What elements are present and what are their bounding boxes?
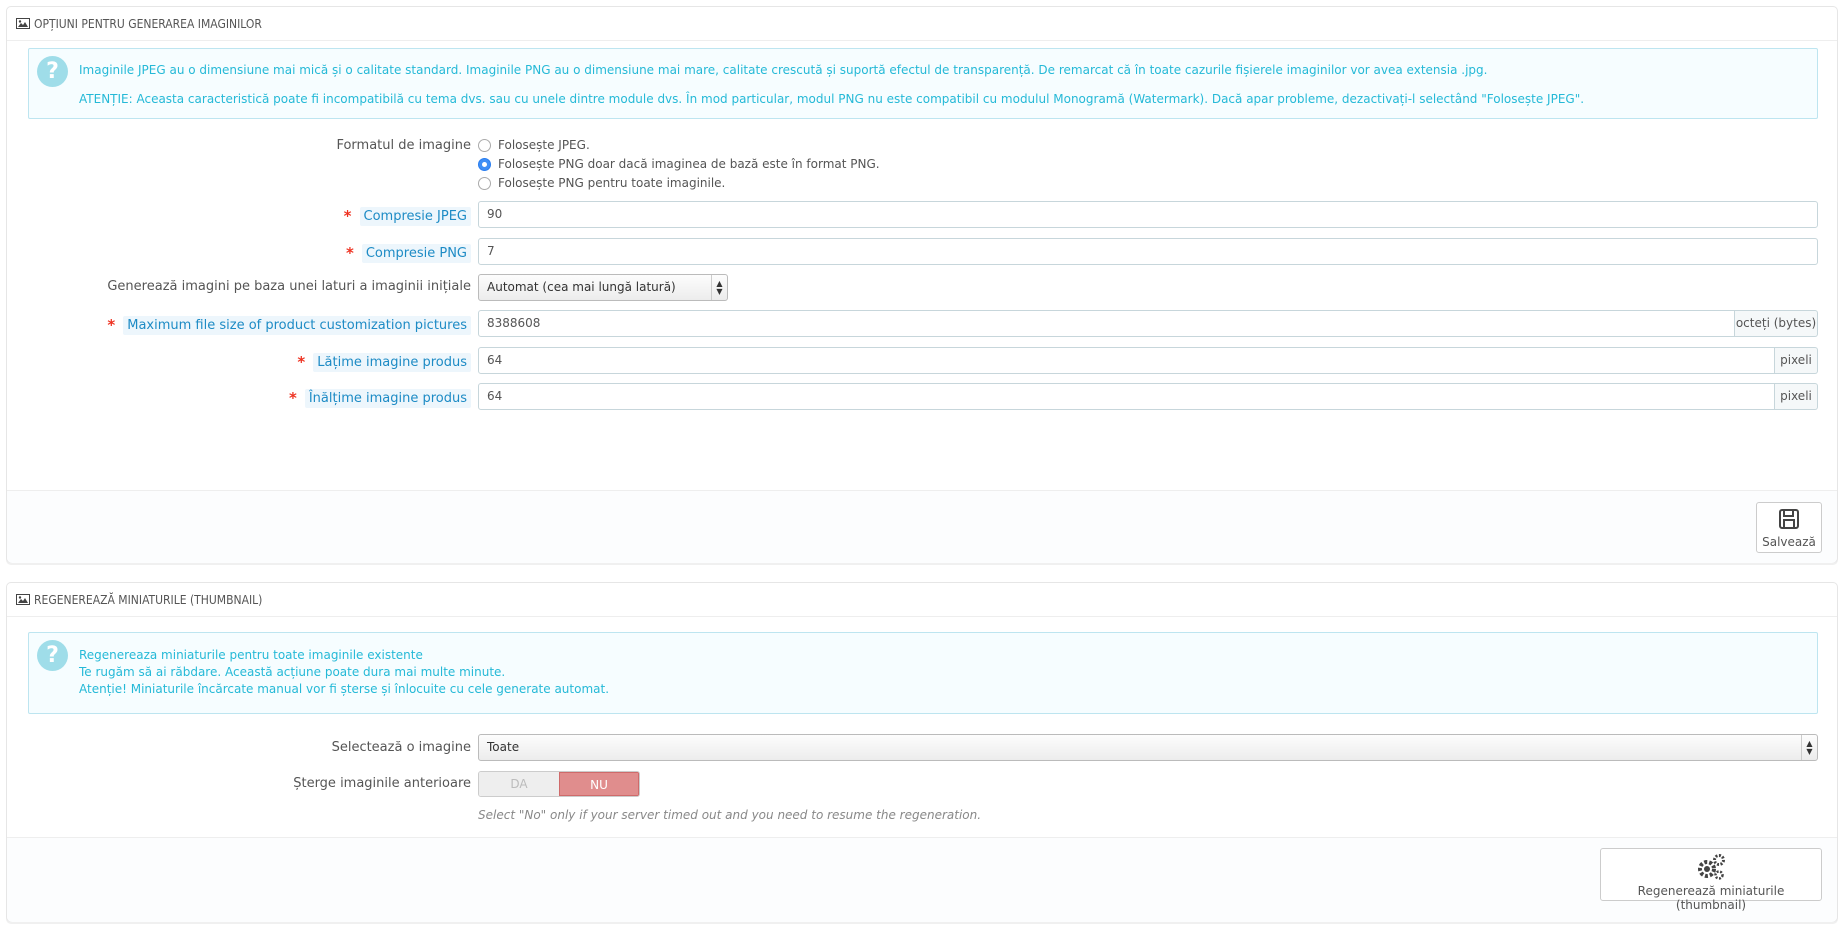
max-size-input[interactable]: 8388608 — [478, 310, 1735, 337]
select-image-label: Selectează o imagine — [331, 740, 471, 755]
panel-footer: Salvează — [7, 490, 1837, 563]
max-size-label: * Maximum file size of product customizat… — [107, 315, 471, 335]
pixels-addon: pixeli — [1775, 383, 1818, 410]
panel-heading: REGENEREAZĂ MINIATURILE (THUMBNAIL) — [7, 583, 1837, 617]
required-icon: * — [107, 316, 116, 334]
side-select[interactable]: Automat (cea mai lungă latură) ▲ ▼ — [478, 274, 728, 301]
info-alert: ? Imaginile JPEG au o dimensiune mai mic… — [28, 48, 1818, 119]
height-label: * Înălțime imagine produs — [288, 388, 471, 408]
png-compression-label: * Compresie PNG — [345, 243, 471, 263]
toggle-no[interactable]: NU — [559, 772, 639, 796]
info-line: Atenție! Miniaturile încărcate manual vo… — [79, 682, 610, 696]
info-line: Regenereaza miniaturile pentru toate ima… — [79, 648, 423, 662]
regenerate-thumbnails-panel: REGENEREAZĂ MINIATURILE (THUMBNAIL) ? Re… — [6, 582, 1838, 922]
toggle-yes[interactable]: DA — [479, 772, 559, 796]
required-icon: * — [343, 207, 352, 225]
info-line: Te rugăm să ai răbdare. Această acțiune … — [79, 665, 506, 679]
jpeg-compression-input[interactable]: 90 — [478, 201, 1818, 228]
jpeg-compression-label: * Compresie JPEG — [343, 206, 471, 226]
erase-toggle[interactable]: DA NU — [478, 771, 640, 797]
select-arrows-icon: ▲ ▼ — [711, 275, 727, 300]
save-button[interactable]: Salvează — [1756, 502, 1822, 553]
radio-jpeg[interactable]: Folosește JPEG. — [478, 138, 590, 152]
panel-title: OPȚIUNI PENTRU GENERAREA IMAGINILOR — [34, 16, 262, 31]
side-label: Generează imagini pe baza unei laturi a … — [107, 279, 471, 294]
radio-label: Folosește JPEG. — [498, 138, 590, 152]
select-value: Toate — [487, 740, 520, 754]
required-icon: * — [297, 353, 306, 371]
gears-icon — [1601, 853, 1821, 884]
width-label: * Lățime imagine produs — [297, 352, 471, 372]
select-value: Automat (cea mai lungă latură) — [487, 280, 676, 294]
radio-label: Folosește PNG doar dacă imaginea de bază… — [498, 157, 880, 171]
required-icon: * — [345, 244, 354, 262]
radio-png-if-png[interactable]: Folosește PNG doar dacă imaginea de bază… — [478, 157, 880, 171]
radio-button[interactable] — [478, 157, 491, 171]
save-label: Salvează — [1762, 535, 1816, 549]
question-icon: ? — [37, 640, 68, 671]
radio-label: Folosește PNG pentru toate imaginile. — [498, 176, 726, 190]
pixels-addon: pixeli — [1775, 347, 1818, 374]
required-icon: * — [288, 389, 297, 407]
info-line: ATENȚIE: Aceasta caracteristică poate fi… — [79, 92, 1585, 106]
bytes-addon: octeți (bytes) — [1735, 310, 1818, 337]
help-text: Select "No" only if your server timed ou… — [478, 808, 982, 822]
picture-icon — [16, 594, 30, 605]
image-type-select[interactable]: Toate ▲ ▼ — [478, 734, 1818, 761]
radio-png-all[interactable]: Folosește PNG pentru toate imaginile. — [478, 176, 725, 190]
panel-title: REGENEREAZĂ MINIATURILE (THUMBNAIL) — [34, 592, 263, 607]
image-options-panel: OPȚIUNI PENTRU GENERAREA IMAGINILOR ? Im… — [6, 6, 1838, 563]
select-arrows-icon: ▲ ▼ — [1801, 735, 1817, 760]
floppy-icon — [1757, 508, 1821, 533]
format-label: Formatul de imagine — [336, 138, 471, 153]
radio-button[interactable] — [478, 138, 491, 152]
width-input[interactable]: 64 — [478, 347, 1775, 374]
radio-button[interactable] — [478, 176, 491, 190]
panel-heading: OPȚIUNI PENTRU GENERAREA IMAGINILOR — [7, 7, 1837, 41]
picture-icon — [16, 18, 30, 29]
info-line: Imaginile JPEG au o dimensiune mai mică … — [79, 63, 1488, 77]
panel-footer: Regenerează miniaturile (thumbnail) — [7, 837, 1837, 922]
erase-label: Șterge imaginile anterioare — [293, 776, 471, 791]
info-alert: ? Regenereaza miniaturile pentru toate i… — [28, 632, 1818, 714]
question-icon: ? — [37, 56, 68, 87]
height-input[interactable]: 64 — [478, 383, 1775, 410]
regenerate-button[interactable]: Regenerează miniaturile (thumbnail) — [1600, 848, 1822, 912]
regenerate-label: Regenerează miniaturile (thumbnail) — [1637, 884, 1785, 912]
png-compression-input[interactable]: 7 — [478, 238, 1818, 265]
